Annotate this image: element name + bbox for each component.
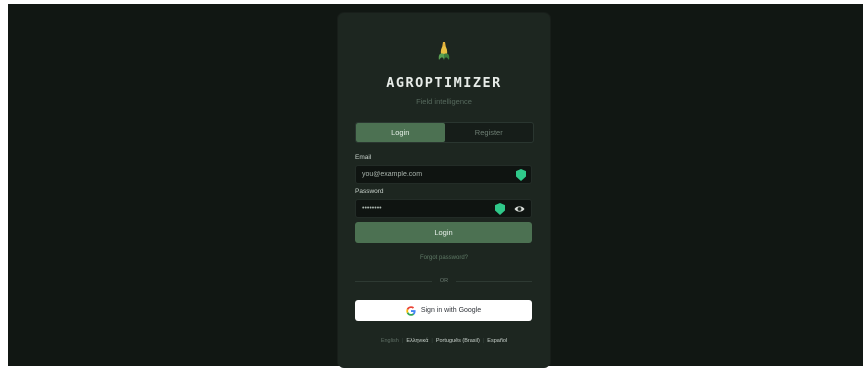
google-signin-button[interactable]: Sign in with Google bbox=[355, 300, 532, 321]
app-title: AGROPTIMIZER bbox=[386, 75, 502, 91]
shield-icon[interactable] bbox=[516, 169, 526, 181]
lang-spanish[interactable]: Español bbox=[487, 338, 507, 344]
forgot-password-link[interactable]: Forgot password? bbox=[338, 255, 550, 261]
login-button[interactable]: Login bbox=[355, 222, 532, 243]
shield-icon[interactable] bbox=[495, 203, 505, 215]
email-field-container bbox=[355, 165, 532, 184]
tab-login[interactable]: Login bbox=[356, 123, 445, 142]
password-field-container bbox=[355, 199, 532, 218]
app-subtitle: Field intelligence bbox=[416, 97, 472, 106]
email-field[interactable] bbox=[362, 166, 492, 183]
auth-tabs: Login Register bbox=[355, 122, 534, 143]
login-card: AGROPTIMIZER Field intelligence Login Re… bbox=[338, 13, 550, 368]
corn-icon bbox=[438, 42, 450, 60]
lang-english[interactable]: English bbox=[381, 338, 399, 344]
eye-icon[interactable] bbox=[514, 204, 525, 214]
password-field[interactable] bbox=[362, 200, 492, 217]
language-selector: English | Ελληνικά | Português (Brasil) … bbox=[338, 338, 550, 344]
lang-portuguese[interactable]: Português (Brasil) bbox=[436, 338, 480, 344]
tab-register[interactable]: Register bbox=[445, 123, 534, 142]
google-icon bbox=[406, 305, 416, 316]
divider-right bbox=[456, 281, 532, 282]
google-signin-label: Sign in with Google bbox=[420, 307, 482, 314]
lang-separator: | bbox=[482, 338, 485, 344]
lang-separator: | bbox=[431, 338, 433, 344]
email-label: Email bbox=[355, 154, 372, 161]
lang-separator: | bbox=[401, 338, 404, 344]
lang-greek[interactable]: Ελληνικά bbox=[406, 338, 428, 344]
password-label: Password bbox=[355, 188, 384, 195]
